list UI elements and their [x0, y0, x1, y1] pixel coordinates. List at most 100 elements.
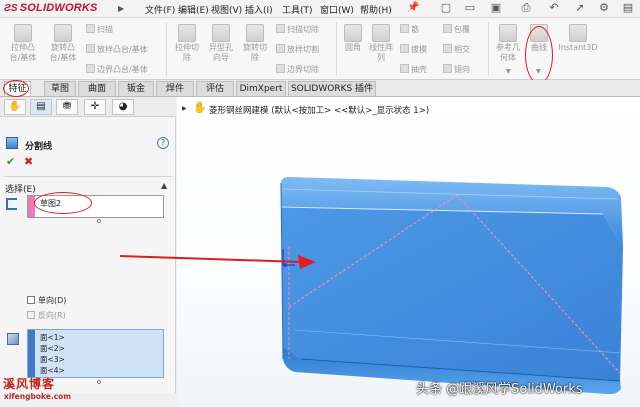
tab-evaluate[interactable]: 评估: [196, 81, 234, 96]
fillet-label: 圆角: [345, 43, 361, 52]
revolve-boss-button[interactable]: 旋转凸 台/基体: [44, 24, 82, 63]
linear-pattern-button[interactable]: 线性阵 列: [366, 24, 396, 63]
tab-sketch[interactable]: 草图: [44, 81, 76, 96]
open-folder-icon[interactable]: ▭: [462, 1, 478, 16]
menu-tools[interactable]: 工具(T): [282, 3, 313, 16]
display-manager-tab-icon[interactable]: ◕: [112, 99, 134, 115]
undo-icon[interactable]: ↶: [546, 1, 562, 16]
boundary-cut-icon: [276, 64, 285, 73]
revolve-boss-label: 旋转凸 台/基体: [49, 43, 77, 62]
loft-cut-button[interactable]: 放样切割: [276, 44, 319, 56]
help-icon[interactable]: ?: [157, 137, 169, 149]
linear-pattern-icon: [372, 24, 390, 42]
single-direction-checkbox[interactable]: [27, 296, 35, 304]
graphics-area[interactable]: ▶ ✋ 菱形钢丝网建模 (默认<按加工> <<默认>_显示状态 1>): [177, 97, 640, 407]
logo-menu-arrow-icon[interactable]: ▶: [118, 4, 124, 13]
sweep-icon: [86, 24, 95, 33]
face-item[interactable]: 面<2>: [40, 344, 65, 354]
revolve-cut-button[interactable]: 旋转切 除: [238, 24, 272, 63]
fillet-button[interactable]: 圆角: [340, 24, 366, 53]
sketch-box-resize-handle[interactable]: [97, 219, 101, 223]
extrude-cut-button[interactable]: 拉伸切 除: [170, 24, 204, 63]
options-icon[interactable]: ▤: [620, 1, 636, 16]
features-tab-highlight-ellipse: [3, 80, 29, 97]
single-direction-label[interactable]: 单向(D): [38, 295, 66, 306]
loft-boss-button[interactable]: 放样凸台/基体: [86, 44, 148, 56]
reference-geometry-button[interactable]: 参考几 何体: [492, 24, 524, 63]
configuration-manager-tab-icon[interactable]: ⛃: [56, 99, 78, 115]
draft-icon: [400, 44, 409, 53]
draft-label: 拔模: [411, 45, 427, 54]
face-item[interactable]: 面<1>: [40, 333, 65, 343]
save-icon[interactable]: ▣: [488, 1, 504, 16]
intersect-button[interactable]: 相交: [443, 44, 470, 56]
model-front-face[interactable]: [281, 207, 623, 381]
reference-geometry-icon: [499, 24, 517, 42]
dimxpert-manager-tab-icon[interactable]: ✛: [84, 99, 106, 115]
menu-insert[interactable]: 插入(I): [245, 3, 273, 16]
boundary-boss-icon: [86, 64, 95, 73]
tab-addins[interactable]: SOLIDWORKS 插件: [288, 81, 376, 96]
shell-button[interactable]: 抽壳: [400, 64, 427, 76]
pin-icon[interactable]: 📌: [407, 2, 419, 13]
select-cursor-icon[interactable]: ➚: [572, 1, 588, 16]
shell-icon: [400, 64, 409, 73]
revolve-boss-icon: [54, 24, 72, 42]
menu-file[interactable]: 文件(F): [145, 3, 175, 16]
menu-help[interactable]: 帮助(H): [360, 3, 392, 16]
sweep-cut-icon: [276, 24, 285, 33]
loft-cut-icon: [276, 44, 285, 53]
selection-section-label[interactable]: 选择(E): [5, 182, 36, 195]
ok-checkmark-icon[interactable]: ✔: [6, 155, 15, 168]
new-document-icon[interactable]: ▢: [438, 1, 454, 16]
ribbon-separator: [488, 22, 489, 76]
cancel-x-icon[interactable]: ✖: [24, 155, 33, 168]
sweep-cut-button[interactable]: 扫描切除: [276, 24, 319, 36]
ribbon-separator: [166, 22, 167, 76]
faces-selection-box[interactable]: 面<1> 面<2> 面<3> 面<4>: [27, 329, 164, 378]
menu-window[interactable]: 窗口(W): [320, 3, 354, 16]
reverse-direction-checkbox[interactable]: [27, 311, 35, 319]
intersect-label: 相交: [454, 45, 470, 54]
sweep-cut-label: 扫描切除: [287, 25, 319, 34]
faces-color-bar: [28, 330, 35, 377]
collapse-chevron-icon[interactable]: ▲: [161, 181, 167, 190]
rebuild-icon[interactable]: ⚙: [596, 1, 612, 16]
revolve-cut-label: 旋转切 除: [243, 43, 267, 62]
instant3d-icon: [569, 24, 587, 42]
mirror-button[interactable]: 镜向: [443, 64, 470, 76]
tab-weldments[interactable]: 焊件: [156, 81, 194, 96]
faces-box-resize-handle[interactable]: [97, 380, 101, 384]
tab-sheet-metal[interactable]: 钣金: [118, 81, 154, 96]
instant3d-button[interactable]: Instant3D: [556, 24, 600, 53]
hole-wizard-label: 异型孔 向导: [209, 43, 233, 62]
boundary-boss-label: 边界凸台/基体: [97, 65, 148, 74]
menu-view[interactable]: 视图(V): [211, 3, 242, 16]
model-view[interactable]: [177, 97, 640, 407]
sketch-color-bar: [28, 196, 35, 217]
sweep-button[interactable]: 扫描: [86, 24, 113, 36]
sketch-highlight-ellipse: [34, 192, 92, 214]
rib-button[interactable]: 筋: [400, 24, 419, 36]
print-icon[interactable]: ⎙: [518, 1, 534, 16]
extrude-boss-button[interactable]: 拉伸凸 台/基体: [4, 24, 42, 63]
boundary-boss-button[interactable]: 边界凸台/基体: [86, 64, 148, 76]
boundary-cut-button[interactable]: 边界切除: [276, 64, 319, 76]
rib-label: 筋: [411, 25, 419, 34]
hole-wizard-button[interactable]: 异型孔 向导: [204, 24, 238, 63]
feature-manager-tab-icon[interactable]: ✋: [4, 99, 26, 115]
wrap-label: 包覆: [454, 25, 470, 34]
loft-icon: [86, 44, 95, 53]
reference-geometry-dropdown-icon[interactable]: ▼: [506, 68, 511, 75]
tab-surfaces[interactable]: 曲面: [78, 81, 116, 96]
menu-edit[interactable]: 编辑(E): [178, 3, 209, 16]
linear-pattern-label: 线性阵 列: [369, 43, 393, 62]
tab-dimxpert[interactable]: DimXpert: [236, 81, 286, 96]
property-manager-tab-icon[interactable]: ▤: [30, 99, 52, 115]
face-item[interactable]: 面<3>: [40, 355, 65, 365]
wrap-button[interactable]: 包覆: [443, 24, 470, 36]
sweep-label: 扫描: [97, 25, 113, 34]
draft-button[interactable]: 拔模: [400, 44, 427, 56]
solidworks-logo[interactable]: ƧS SOLIDWORKS: [4, 2, 98, 14]
extrude-cut-icon: [178, 24, 196, 42]
